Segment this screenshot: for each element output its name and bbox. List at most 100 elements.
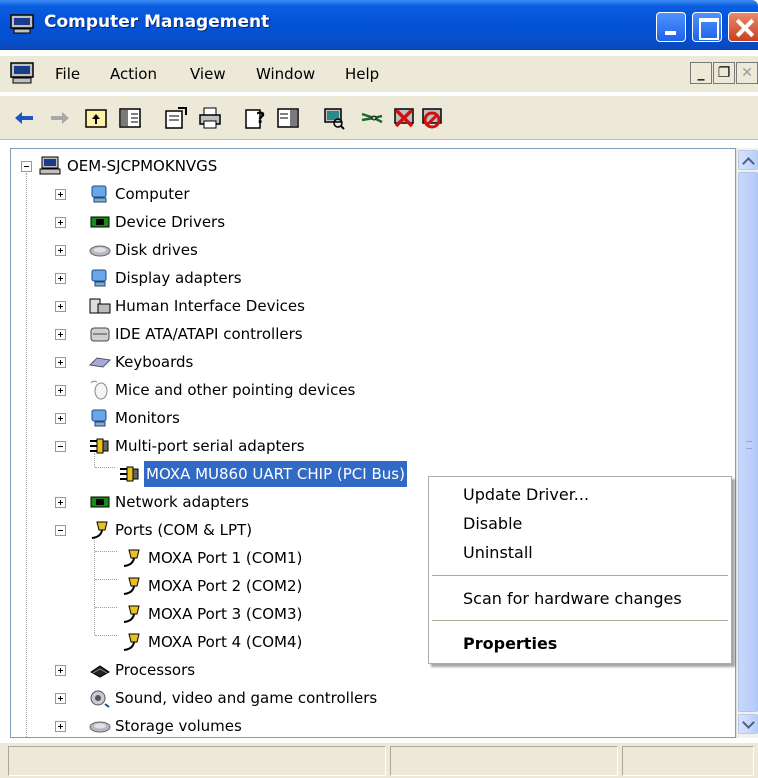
expand-toggle[interactable]	[55, 273, 66, 284]
computer-management-icon	[10, 14, 34, 34]
tree-item-storage-volumes[interactable]: Storage volumes	[11, 713, 411, 737]
tree-item-keyboards[interactable]: Keyboards	[11, 349, 411, 375]
selected-device-label: MOXA MU860 UART CHIP (PCI Bus)	[144, 461, 407, 487]
tree-item-moxa-port-1[interactable]: MOXA Port 1 (COM1)	[11, 545, 411, 571]
child-minimize-button[interactable]: _	[690, 62, 712, 84]
context-menu: Update Driver... Disable Uninstall Scan …	[428, 476, 732, 664]
uninstall-icon[interactable]	[392, 106, 416, 130]
tree-root-label: OEM-SJCPMOKNVGS	[67, 157, 218, 175]
status-bar	[0, 742, 758, 778]
tree-item-device-drivers[interactable]: Device Drivers	[11, 209, 411, 235]
storage-icon	[89, 716, 111, 736]
minimize-button[interactable]	[656, 12, 686, 42]
collapse-toggle[interactable]	[55, 525, 66, 536]
collapse-toggle[interactable]	[55, 441, 66, 452]
status-pane-main	[8, 746, 386, 776]
close-button[interactable]	[728, 12, 758, 42]
show-hide-tree-icon[interactable]	[118, 106, 142, 130]
expand-toggle[interactable]	[55, 245, 66, 256]
forward-arrow-icon[interactable]	[48, 106, 72, 130]
tree-item-monitors[interactable]: Monitors	[11, 405, 411, 431]
status-pane-secondary	[390, 746, 618, 776]
expand-toggle[interactable]	[55, 189, 66, 200]
disable-icon[interactable]	[420, 106, 444, 130]
computer-icon	[39, 156, 61, 176]
vertical-scrollbar[interactable]	[736, 148, 758, 738]
window-title: Computer Management	[44, 12, 270, 32]
collapse-toggle[interactable]	[21, 161, 32, 172]
tree-item-ide-controllers[interactable]: IDE ATA/ATAPI controllers	[11, 321, 411, 347]
menu-scan-hardware[interactable]: Scan for hardware changes	[463, 589, 682, 608]
tree-item-moxa-uart-chip[interactable]: MOXA MU860 UART CHIP (PCI Bus)	[11, 461, 471, 487]
scroll-thumb[interactable]	[738, 172, 758, 712]
mouse-icon	[89, 380, 111, 400]
tree-root[interactable]: OEM-SJCPMOKNVGS	[11, 153, 411, 179]
show-hide-action-pane-icon[interactable]	[276, 106, 300, 130]
menu-properties[interactable]: Properties	[463, 634, 557, 653]
tree-item-disk-drives[interactable]: Disk drives	[11, 237, 411, 263]
tree-item-mice[interactable]: Mice and other pointing devices	[11, 377, 411, 403]
menu-view[interactable]: View	[190, 65, 226, 83]
menu-action[interactable]: Action	[110, 65, 157, 83]
tree-item-network-adapters[interactable]: Network adapters	[11, 489, 411, 515]
scroll-up-button[interactable]	[738, 150, 758, 170]
computer-icon	[89, 184, 111, 204]
disk-icon	[89, 240, 111, 260]
tree-item-moxa-port-3[interactable]: MOXA Port 3 (COM3)	[11, 601, 411, 627]
tree-item-processors[interactable]: Processors	[11, 657, 411, 683]
tree-item-ports[interactable]: Ports (COM & LPT)	[11, 517, 411, 543]
tree-item-human-interface-devices[interactable]: Human Interface Devices	[11, 293, 411, 319]
expand-toggle[interactable]	[55, 413, 66, 424]
port-icon	[89, 520, 111, 540]
properties-icon[interactable]	[164, 106, 188, 130]
up-folder-icon[interactable]	[84, 106, 108, 130]
keyboard-icon	[89, 352, 111, 372]
expand-toggle[interactable]	[55, 665, 66, 676]
tree-item-multi-port-serial-adapters[interactable]: Multi-port serial adapters	[11, 433, 411, 459]
toolbar: ?	[0, 96, 758, 140]
tree-item-sound-video-game[interactable]: Sound, video and game controllers	[11, 685, 411, 711]
menu-help[interactable]: Help	[345, 65, 379, 83]
document-window-icon[interactable]	[10, 62, 34, 84]
print-icon[interactable]	[198, 106, 222, 130]
title-bar[interactable]: Computer Management	[0, 0, 758, 50]
menu-uninstall[interactable]: Uninstall	[463, 543, 533, 562]
expand-toggle[interactable]	[55, 301, 66, 312]
expand-toggle[interactable]	[55, 329, 66, 340]
network-icon	[89, 492, 111, 512]
tree-item-computer[interactable]: Computer	[11, 181, 411, 207]
menu-window[interactable]: Window	[256, 65, 315, 83]
menu-disable[interactable]: Disable	[463, 514, 522, 533]
port-icon	[121, 548, 143, 568]
port-icon	[121, 632, 143, 652]
menu-file[interactable]: File	[55, 65, 80, 83]
expand-toggle[interactable]	[55, 721, 66, 732]
scan-hardware-icon[interactable]	[322, 106, 346, 130]
update-driver-icon[interactable]	[360, 106, 384, 130]
back-arrow-icon[interactable]	[12, 106, 36, 130]
ide-icon	[89, 324, 111, 344]
serial-adapter-icon	[119, 464, 141, 484]
scroll-down-button[interactable]	[738, 714, 758, 734]
processor-icon	[89, 660, 111, 680]
tree-item-moxa-port-4[interactable]: MOXA Port 4 (COM4)	[11, 629, 411, 655]
scroll-grip-icon	[746, 441, 752, 449]
tree-item-display-adapters[interactable]: Display adapters	[11, 265, 411, 291]
expand-toggle[interactable]	[55, 385, 66, 396]
sound-icon	[89, 688, 111, 708]
maximize-button[interactable]	[692, 12, 722, 42]
expand-toggle[interactable]	[55, 497, 66, 508]
expand-toggle[interactable]	[55, 693, 66, 704]
help-icon[interactable]: ?	[244, 106, 268, 130]
expand-toggle[interactable]	[55, 357, 66, 368]
display-icon	[89, 268, 111, 288]
child-close-button[interactable]: ✕	[736, 62, 758, 84]
monitor-icon	[89, 408, 111, 428]
tree-item-moxa-port-2[interactable]: MOXA Port 2 (COM2)	[11, 573, 411, 599]
serial-adapter-icon	[89, 436, 111, 456]
status-pane-tertiary	[622, 746, 754, 776]
menu-update-driver[interactable]: Update Driver...	[463, 485, 589, 504]
expand-toggle[interactable]	[55, 217, 66, 228]
child-restore-button[interactable]: ❐	[713, 62, 735, 84]
port-icon	[121, 576, 143, 596]
